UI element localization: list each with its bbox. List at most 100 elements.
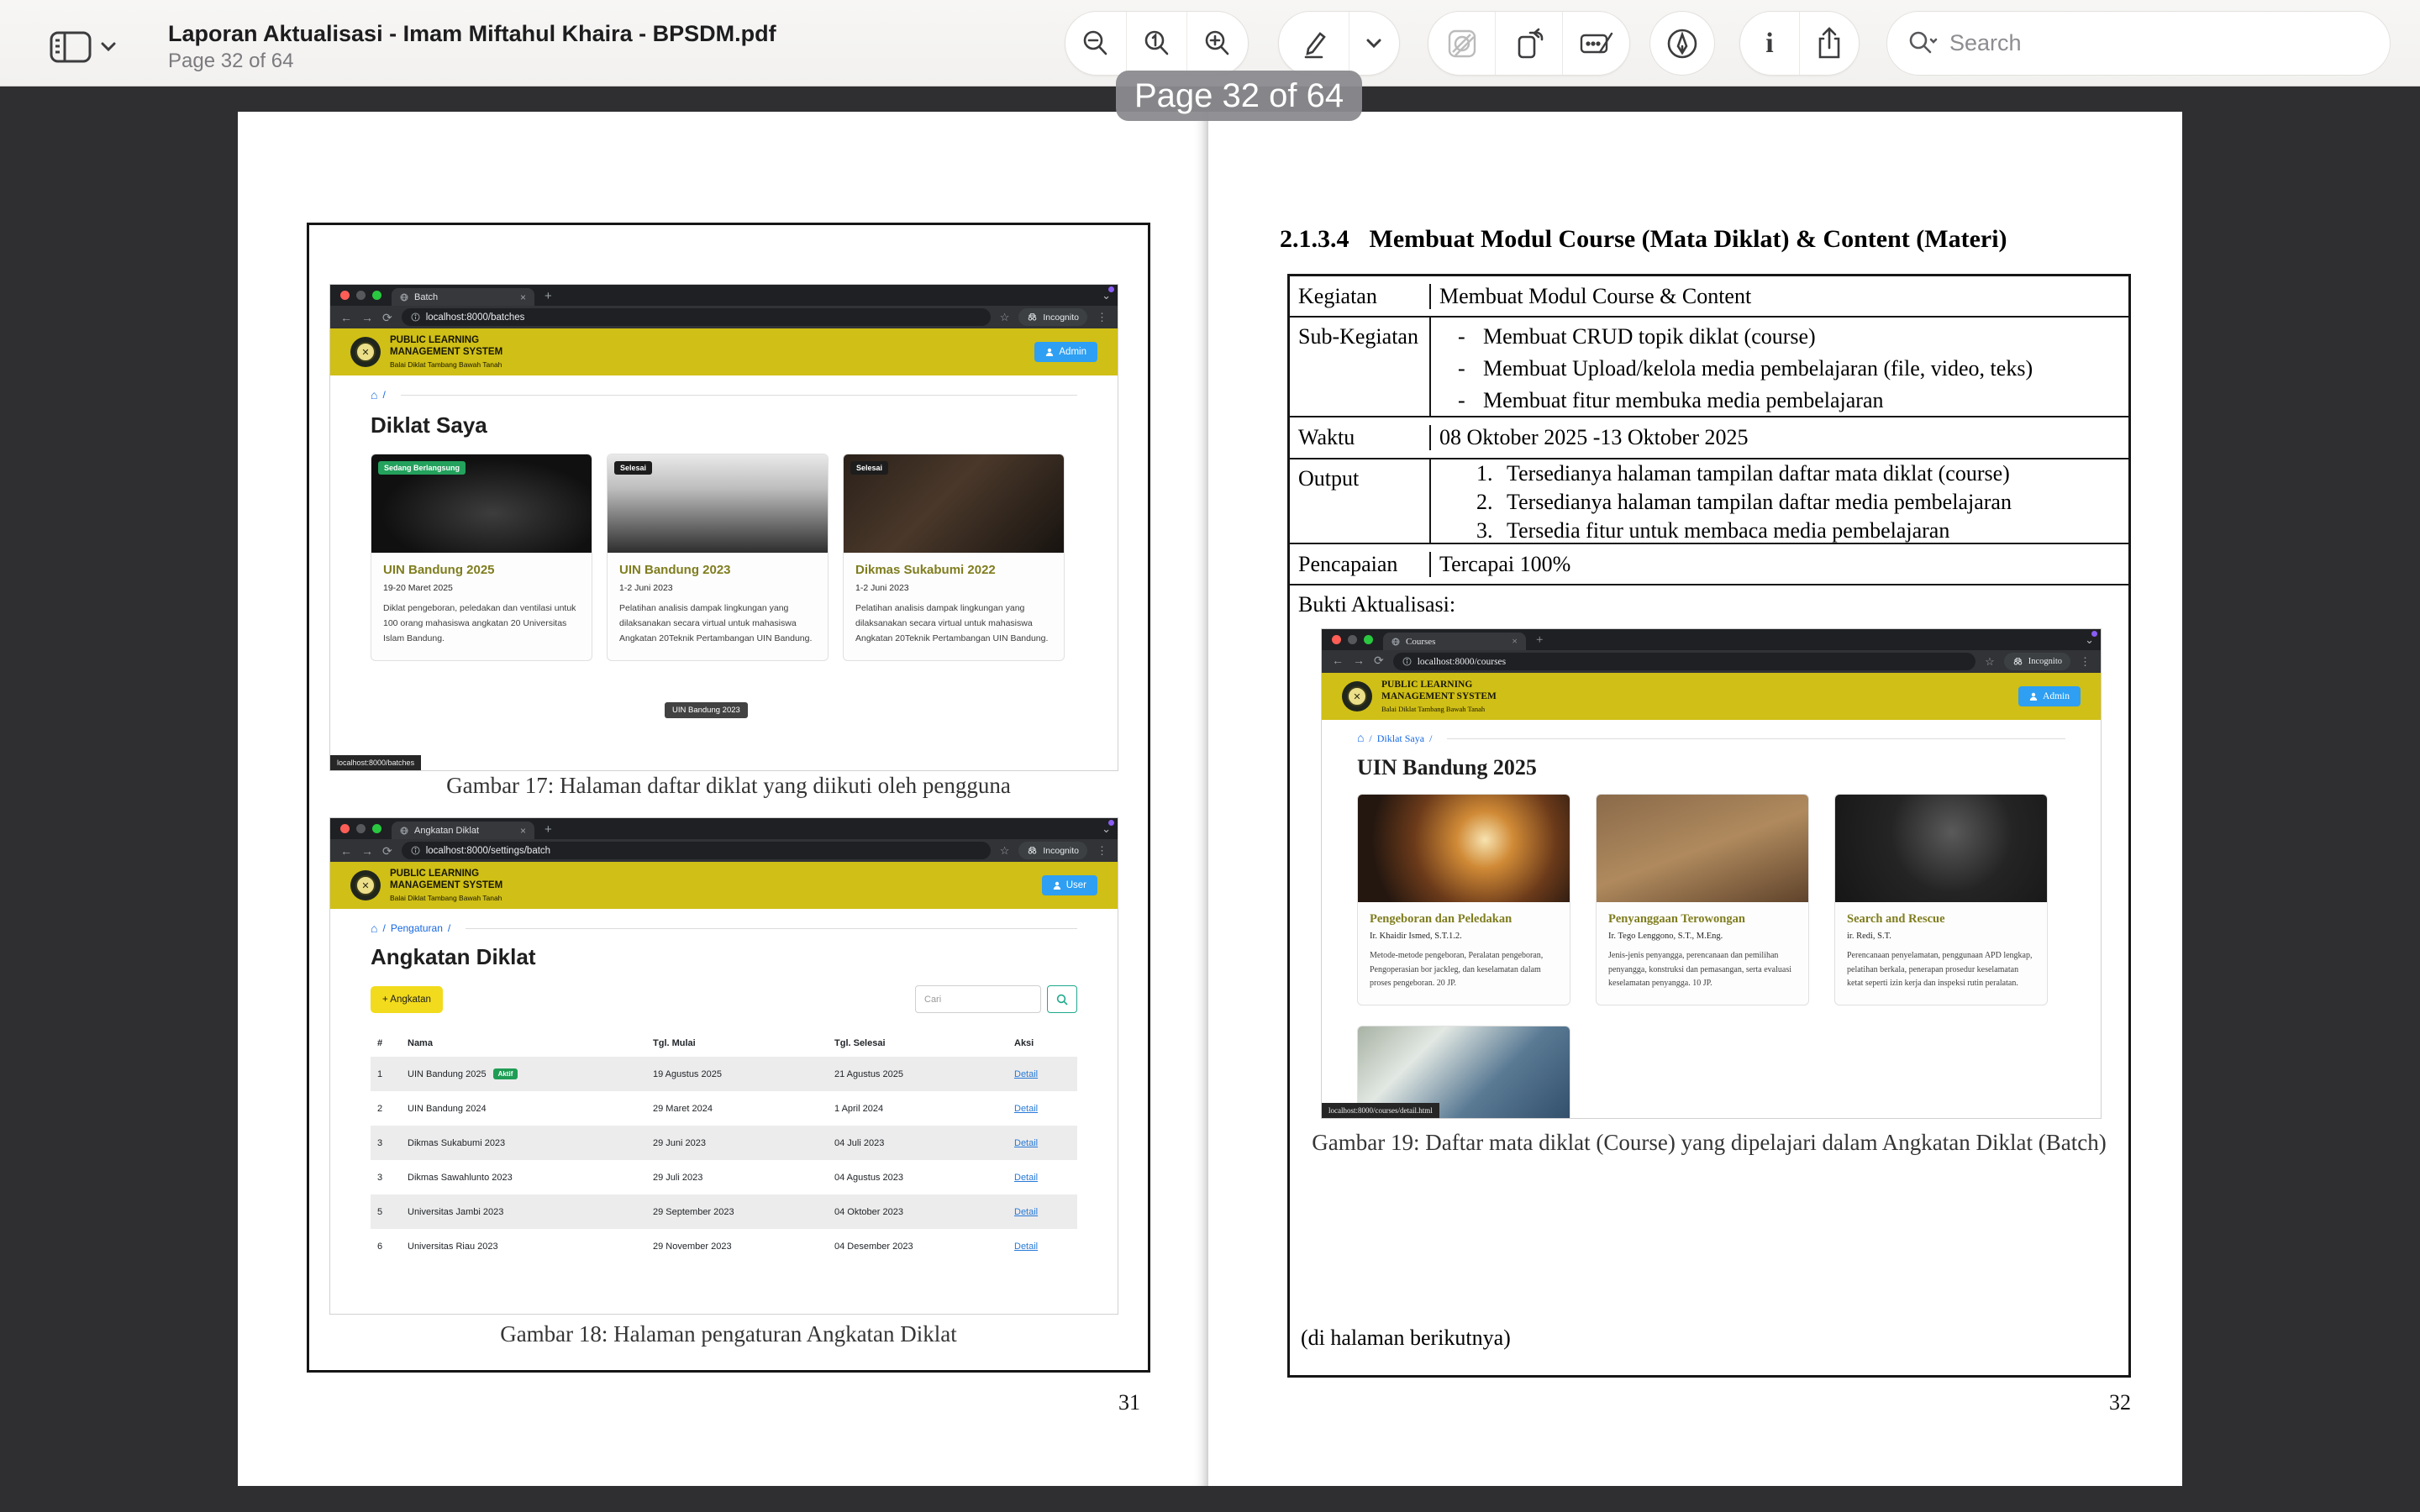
admin-button: Admin [2018, 686, 2081, 706]
cari-input: Cari [915, 985, 1041, 1013]
screenshot-courses: Courses × + ⌄ ← → ⟳ localhost:8000/c [1322, 629, 2101, 1118]
preview-window: Laporan Aktualisasi - Imam Miftahul Khai… [0, 0, 2420, 1512]
url-bar: localhost:8000/settings/batch [402, 842, 991, 859]
card-image [1358, 795, 1570, 902]
home-icon: ⌂ [371, 922, 377, 934]
table-header: # Nama Tgl. Mulai Tgl. Selesai Aksi [371, 1030, 1077, 1057]
redact-pattern-icon[interactable] [1428, 12, 1495, 75]
table-row: 5 Universitas Jambi 2023 29 September 20… [371, 1194, 1077, 1229]
courses-content: ⌂ / Diklat Saya / UIN Bandung 2025 Pen [1322, 720, 2101, 1118]
browser-tab: Courses × [1383, 633, 1526, 650]
pdf-page-31: Batch × + ⌄ ← → ⟳ localhost:8000/bat [238, 112, 1208, 1486]
lms-brand: PUBLIC LEARNING MANAGEMENT SYSTEM Balai … [390, 335, 502, 369]
zoom-controls [1065, 11, 1249, 76]
browser-addressbar: ← → ⟳ localhost:8000/courses ☆ Incognito… [1322, 650, 2101, 673]
annotate-pen-button[interactable] [1649, 11, 1715, 76]
rotate-left-button[interactable] [1495, 12, 1562, 75]
search-field[interactable] [1886, 11, 2391, 76]
lms-header: ✕ PUBLIC LEARNING MANAGEMENT SYSTEM Bala… [1322, 673, 2101, 720]
bukti-label: Bukti Aktualisasi: [1298, 592, 1455, 617]
search-input[interactable] [1948, 29, 2370, 57]
angkatan-content: ⌂ / Pengaturan / Angkatan Diklat + Angka… [330, 909, 1118, 1314]
profile-dot [1108, 286, 1114, 292]
form-fill-button[interactable] [1562, 12, 1629, 75]
card-date: 1-2 Juni 2023 [619, 583, 816, 593]
sidebar-icon [49, 29, 92, 65]
zoom-in-button[interactable] [1186, 12, 1248, 75]
screenshot-batches: Batch × + ⌄ ← → ⟳ localhost:8000/bat [330, 285, 1118, 770]
sidebar-toggle-button[interactable] [49, 29, 116, 65]
lms-brand: PUBLIC LEARNING MANAGEMENT SYSTEM Balai … [390, 869, 502, 902]
course-card: Search and Rescue ir. Redi, S.T. Perenca… [1834, 794, 2048, 1005]
status-badge: Sedang Berlangsung [378, 461, 466, 475]
section-heading: 2.1.3.4 Membuat Modul Course (Mata Dikla… [1280, 225, 2007, 254]
tab-close-icon: × [1512, 635, 1518, 648]
back-icon: ← [340, 845, 352, 857]
document-viewport[interactable]: Batch × + ⌄ ← → ⟳ localhost:8000/bat [0, 87, 2420, 1512]
reload-icon: ⟳ [1374, 656, 1384, 668]
card-desc: Diklat pengeboran, peledakan dan ventila… [383, 601, 580, 647]
card-desc: Pelatihan analisis dampak lingkungan yan… [619, 601, 816, 647]
breadcrumb: ⌂ / [371, 389, 1077, 401]
card-date: 1-2 Juni 2023 [855, 583, 1052, 593]
chevron-down-icon [101, 42, 116, 52]
traffic-lights [340, 824, 381, 833]
detail-link: Detail [1014, 1173, 1071, 1183]
figure18-caption: Gambar 18: Halaman pengaturan Angkatan D… [309, 1321, 1148, 1347]
table-row-pencapaian: Pencapaian Tercapai 100% [1290, 544, 2128, 585]
zoom-actual-size-button[interactable] [1126, 12, 1187, 75]
screenshot-angkatan: Angkatan Diklat × + ⌄ ← → ⟳ localhos [330, 818, 1118, 1314]
new-tab-icon: + [544, 822, 552, 837]
lms-brand: PUBLIC LEARNING MANAGEMENT SYSTEM Balai … [1381, 680, 1497, 713]
report-table: Kegiatan Membuat Modul Course & Content … [1287, 274, 2131, 1378]
url-bar: localhost:8000/courses [1393, 653, 1975, 670]
course-card-row: Pengeboran dan Peledakan Ir. Khaidir Ism… [1357, 794, 2065, 1005]
add-angkatan-button: + Angkatan [371, 986, 443, 1013]
zoom-out-button[interactable] [1065, 12, 1126, 75]
card-instructor: Ir. Khaidir Ismed, S.T.1.2. [1370, 932, 1558, 941]
table-row: 1 UIN Bandung 2025Aktif 19 Agustus 2025 … [371, 1057, 1077, 1091]
markup-menu-chevron[interactable] [1349, 12, 1399, 75]
card-image [1835, 795, 2047, 902]
reload-icon: ⟳ [382, 312, 392, 323]
page-number-32: 32 [2109, 1390, 2131, 1415]
markup-pencil-button[interactable] [1279, 12, 1349, 75]
tab-close-icon: × [520, 825, 526, 837]
table-row-kegiatan: Kegiatan Membuat Modul Course & Content [1290, 276, 2128, 318]
url-bar: localhost:8000/batches [402, 308, 991, 326]
diklat-card: Selesai Dikmas Sukabumi 2022 1-2 Juni 20… [843, 454, 1065, 661]
card-title: Pengeboran dan Peledakan [1370, 912, 1558, 927]
back-icon: ← [1332, 656, 1344, 668]
home-icon: ⌂ [371, 389, 377, 401]
card-instructor: Ir. Tego Lenggono, S.T., M.Eng. [1608, 932, 1797, 941]
table-row: 3 Dikmas Sawahlunto 2023 29 Juli 2023 04… [371, 1160, 1077, 1194]
tab-title: Courses [1406, 637, 1435, 647]
browser-tabbar: Batch × + ⌄ [330, 285, 1118, 306]
table-row-output: Output 1.Tersedianya halaman tampilan da… [1290, 459, 2128, 544]
breadcrumb: ⌂ / Diklat Saya / [1357, 732, 2065, 745]
card-title: UIN Bandung 2023 [619, 563, 816, 577]
section-title: Membuat Modul Course (Mata Diklat) & Con… [1370, 225, 2007, 254]
card-title: Penyanggaan Terowongan [1608, 912, 1797, 927]
cari-search-button [1047, 985, 1077, 1013]
card-image: Selesai [844, 454, 1064, 553]
bookmark-star-icon: ☆ [1985, 655, 1995, 669]
course-card: Pengeboran dan Peledakan Ir. Khaidir Ism… [1357, 794, 1570, 1005]
browser-menu-icon: ⋮ [1097, 311, 1107, 324]
lms-logo: ✕ [350, 870, 381, 900]
lms-logo: ✕ [350, 337, 381, 367]
user-button: User [1042, 875, 1097, 895]
back-icon: ← [340, 312, 352, 323]
browser-menu-icon: ⋮ [1097, 844, 1107, 858]
breadcrumb-divider [1447, 738, 2065, 739]
page-number-tooltip: Page 32 of 64 [1116, 71, 1362, 121]
info-button[interactable]: i [1740, 12, 1799, 75]
profile-dot [2091, 631, 2097, 637]
markup-controls [1278, 11, 1400, 76]
reload-icon: ⟳ [382, 845, 392, 857]
forward-icon: → [361, 312, 373, 323]
share-button[interactable] [1799, 12, 1859, 75]
page-number-31: 31 [1118, 1390, 1140, 1415]
card-title: UIN Bandung 2025 [383, 563, 580, 577]
home-icon: ⌂ [1357, 733, 1364, 745]
